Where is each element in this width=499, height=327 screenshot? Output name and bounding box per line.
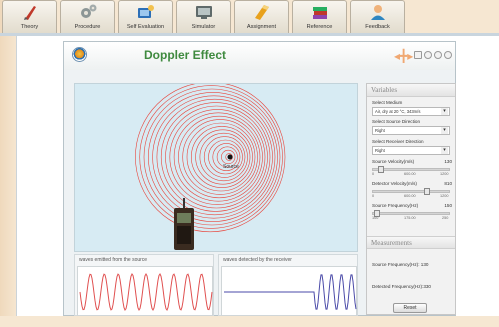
chevron-down-icon: ▾: [441, 108, 448, 115]
reset-button[interactable]: Reset: [393, 303, 427, 313]
medium-label: Select Medium: [372, 100, 403, 105]
simulator-icon: [194, 3, 214, 21]
emitted-waves-caption: waves emitted from the source: [79, 257, 148, 263]
tab-procedure[interactable]: Procedure: [60, 0, 115, 33]
print-icon[interactable]: [414, 51, 422, 59]
slider-mid: 600.00: [404, 194, 416, 198]
source-velocity-value: 130: [444, 159, 452, 164]
medium-value: Air, dry at 20 °C, 343m/s: [375, 109, 421, 114]
tab-reference[interactable]: Reference: [292, 0, 347, 33]
simulator-panel: Doppler Effect ◂╋▸ Source waves emitted …: [63, 41, 456, 316]
slider-min: 100: [372, 216, 379, 220]
feedback-icon: [368, 3, 388, 21]
chevron-down-icon: ▾: [441, 147, 448, 154]
institute-logo-icon: [72, 47, 87, 62]
tab-feedback[interactable]: Feedback: [350, 0, 405, 33]
slider-mid: 175.00: [404, 216, 416, 220]
self-evaluation-icon: [136, 3, 156, 21]
wavefront-ring: [173, 112, 263, 202]
source-direction-select[interactable]: Right ▾: [372, 126, 450, 135]
emitted-waves-plot: [77, 266, 213, 316]
tab-label: Feedback: [365, 24, 390, 30]
detector-velocity-label: Detector Velocity(m/s): [372, 181, 417, 186]
simulation-canvas[interactable]: Source: [74, 83, 358, 252]
emitted-waves-box: waves emitted from the source: [74, 254, 214, 316]
tab-label: Self Evaluation: [126, 24, 165, 30]
panel-title-bar: Doppler Effect ◂╋▸: [64, 42, 455, 70]
receiver-direction-select[interactable]: Right ▾: [372, 146, 450, 155]
slider-track: [372, 190, 450, 193]
tab-label: Reference: [306, 24, 333, 30]
close-icon[interactable]: [444, 51, 452, 59]
tab-label: Procedure: [74, 24, 101, 30]
medium-select[interactable]: Air, dry at 20 °C, 343m/s ▾: [372, 107, 450, 116]
fullscreen-icon[interactable]: [434, 51, 442, 59]
slider-max: 1200: [440, 194, 449, 198]
wavefront-ring: [190, 126, 253, 188]
detected-waves-caption: waves detected by the receiver: [223, 257, 292, 263]
books-icon: [310, 3, 330, 21]
panel-title: Doppler Effect: [144, 48, 227, 62]
receiver-direction-value: Right: [375, 148, 385, 153]
source-frequency-readout: Source Frequency(Hz): 130: [372, 262, 429, 267]
wavefront-ring: [182, 119, 258, 195]
detected-waves-box: waves detected by the receiver: [218, 254, 358, 316]
slider-max: 250: [442, 216, 449, 220]
detector-velocity-slider[interactable]: 0 600.00 1200: [372, 188, 450, 198]
help-icon[interactable]: [424, 51, 432, 59]
sound-source-dot: [227, 154, 233, 160]
source-direction-value: Right: [375, 128, 385, 133]
detected-wave-line: [224, 274, 357, 310]
theory-icon: [20, 3, 40, 21]
wavefront-ring: [203, 136, 246, 178]
slider-thumb[interactable]: [424, 188, 430, 195]
emitted-wave-line: [79, 272, 213, 312]
source-frequency-slider[interactable]: 100 175.00 250: [372, 210, 450, 220]
tab-assignment[interactable]: Assignment: [234, 0, 289, 33]
bottom-background-band: [0, 316, 499, 327]
source-velocity-slider[interactable]: 0 600.00 1200: [372, 166, 450, 176]
wavefront-ring: [143, 88, 281, 226]
source-frequency-value: 150: [444, 203, 452, 208]
detector-velocity-value: 810: [444, 181, 452, 186]
slider-min: 0: [372, 194, 375, 198]
wavefront-ring: [195, 129, 251, 185]
tab-bar: Theory Procedure Self Evaluation Simulat…: [0, 0, 499, 33]
measurements-heading: Measurements: [367, 236, 455, 249]
slider-thumb[interactable]: [378, 166, 384, 173]
detected-frequency-readout: Detected Frequency(Hz):330: [372, 284, 431, 289]
wavefront-ring: [152, 95, 276, 219]
source-direction-label: Select Source Direction: [372, 119, 421, 124]
source-frequency-label: Source Frequency(Hz): [372, 203, 419, 208]
arrows-decoration-icon: ◂╋▸: [394, 49, 414, 63]
assignment-icon: [252, 3, 272, 21]
tab-simulator[interactable]: Simulator: [176, 0, 231, 33]
source-label: Source: [223, 164, 239, 170]
gears-icon: [78, 3, 98, 21]
tab-self-evaluation[interactable]: Self Evaluation: [118, 0, 173, 33]
slider-mid: 600.00: [404, 172, 416, 176]
slider-track: [372, 212, 450, 215]
source-velocity-label: Source Velocity(m/s): [372, 159, 415, 164]
slider-min: 0: [372, 172, 375, 176]
variables-heading: Variables: [367, 84, 455, 97]
tab-label: Simulator: [191, 24, 216, 30]
tab-label: Assignment: [246, 24, 277, 30]
receiver-direction-label: Select Receiver Direction: [372, 139, 424, 144]
slider-max: 1200: [440, 172, 449, 176]
detected-waves-plot: [221, 266, 357, 316]
chevron-down-icon: ▾: [441, 127, 448, 134]
wave-field: Source: [135, 84, 286, 250]
wavefront-ring: [160, 102, 271, 212]
tab-label: Theory: [20, 24, 39, 30]
tab-theory[interactable]: Theory: [2, 0, 57, 33]
variables-sidebar: Variables Select Medium Air, dry at 20 °…: [366, 83, 456, 315]
